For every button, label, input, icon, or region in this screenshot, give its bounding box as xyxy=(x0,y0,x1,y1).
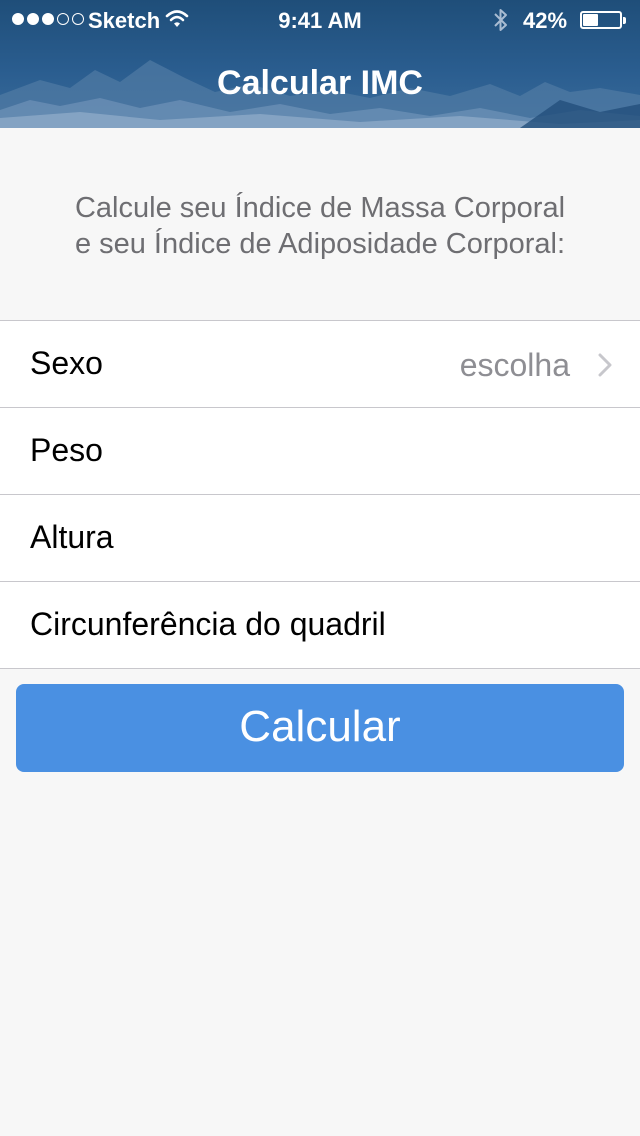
battery-icon xyxy=(580,11,622,29)
sexo-value: escolha xyxy=(459,347,570,383)
battery-tip xyxy=(623,17,626,24)
intro-line-1: Calcule seu Índice de Massa Corporal xyxy=(74,192,566,224)
input-form-list: Sexo escolha Peso Altura Circunferência … xyxy=(0,320,640,669)
page-title: Calcular IMC xyxy=(217,64,423,102)
altura-label: Altura xyxy=(30,519,114,555)
sexo-row[interactable]: Sexo escolha xyxy=(0,321,640,408)
sexo-label: Sexo xyxy=(30,345,103,381)
calculate-button[interactable]: Calcular xyxy=(16,684,624,772)
navigation-header: Sketch 9:41 AM 42% Calcular IMC xyxy=(0,0,640,128)
chevron-right-icon xyxy=(598,353,612,382)
peso-row[interactable]: Peso xyxy=(0,408,640,495)
quadril-label: Circunferência do quadril xyxy=(30,606,386,642)
intro-text: Calcule seu Índice de Massa Corporal e s… xyxy=(0,190,640,262)
bluetooth-icon xyxy=(492,7,510,39)
battery-percentage: 42% xyxy=(523,8,568,33)
altura-row[interactable]: Altura xyxy=(0,495,640,582)
status-bar: Sketch 9:41 AM 42% xyxy=(0,0,640,40)
intro-line-2: e seu Índice de Adiposidade Corporal: xyxy=(74,228,566,260)
peso-label: Peso xyxy=(30,432,103,468)
quadril-row[interactable]: Circunferência do quadril xyxy=(0,582,640,669)
